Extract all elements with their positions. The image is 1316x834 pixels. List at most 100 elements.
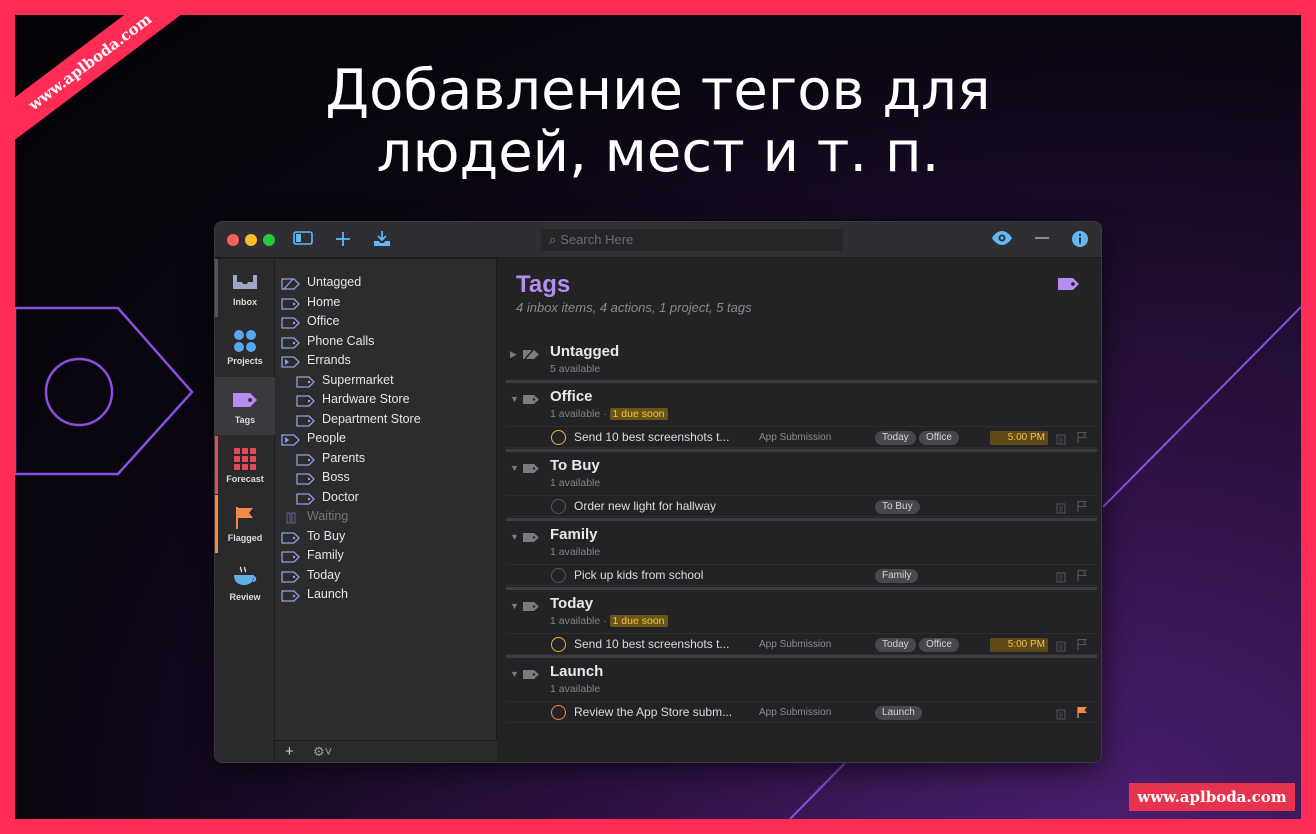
tag-list-item[interactable]: Family bbox=[281, 546, 344, 565]
disclosure-open-icon[interactable]: ▼ bbox=[510, 532, 519, 542]
tag-label: Launch bbox=[307, 587, 349, 601]
disclosure-open-icon[interactable]: ▼ bbox=[510, 463, 519, 473]
task-checkbox[interactable] bbox=[551, 568, 566, 583]
disclosure-open-icon[interactable]: ▼ bbox=[510, 601, 519, 611]
flag-icon[interactable] bbox=[1076, 500, 1088, 518]
tag-group-name: Office bbox=[550, 388, 593, 405]
sidebar-item-inbox[interactable]: Inbox bbox=[215, 259, 275, 317]
task-checkbox[interactable] bbox=[551, 499, 566, 514]
sidebar-item-projects[interactable]: Projects bbox=[215, 318, 275, 376]
tag-list-pane: Untagged Home Office Phone Calls Errands Supe… bbox=[275, 259, 497, 762]
tag-list-item[interactable]: Errands bbox=[281, 351, 351, 370]
available-count: 1 available bbox=[550, 477, 601, 489]
note-icon[interactable] bbox=[1056, 432, 1066, 450]
task-tag-pill[interactable]: Office bbox=[919, 431, 959, 445]
sidebar-toggle-icon[interactable] bbox=[293, 230, 313, 250]
task-tag-pill[interactable]: Launch bbox=[875, 706, 922, 720]
tag-list-item[interactable]: Hardware Store bbox=[296, 390, 410, 409]
flag-icon[interactable] bbox=[1076, 638, 1088, 656]
tag-list-item[interactable]: Home bbox=[281, 293, 340, 312]
tag-icon bbox=[296, 472, 316, 485]
zoom-window-button[interactable] bbox=[263, 234, 275, 246]
task-tag-pill[interactable]: To Buy bbox=[875, 500, 920, 514]
tag-icon bbox=[296, 492, 316, 505]
tag-list-item[interactable]: Launch bbox=[281, 585, 348, 604]
tag-group: ▼ Office 1 available · 1 due soon Send 10 b… bbox=[506, 388, 1097, 450]
task-tag-pill[interactable]: Family bbox=[875, 569, 919, 583]
task-row[interactable]: Send 10 best screenshots t... App Submiss… bbox=[506, 426, 1097, 448]
task-row[interactable]: Order new light for hallway To Buy bbox=[506, 495, 1097, 517]
task-checkbox[interactable] bbox=[551, 430, 566, 445]
tag-icon bbox=[522, 392, 540, 410]
disclosure-closed-icon[interactable]: ▶ bbox=[510, 349, 517, 360]
inbox-download-icon[interactable] bbox=[372, 230, 392, 252]
tag-icon bbox=[1057, 277, 1081, 296]
sidebar-item-forecast[interactable]: Forecast bbox=[215, 436, 275, 494]
inspector-info-icon[interactable] bbox=[1071, 230, 1089, 252]
tag-icon bbox=[281, 297, 301, 310]
task-name[interactable]: Send 10 best screenshots t... bbox=[574, 430, 729, 444]
task-name[interactable]: Order new light for hallway bbox=[574, 499, 716, 513]
tag-label: Phone Calls bbox=[307, 333, 375, 348]
tag-group-meta: 5 available bbox=[550, 363, 600, 375]
tag-list-item[interactable]: Untagged bbox=[281, 273, 361, 292]
sidebar-item-flagged[interactable]: Flagged bbox=[215, 495, 275, 553]
tag-icon bbox=[296, 375, 316, 388]
tag-list-item[interactable]: People bbox=[281, 429, 346, 448]
task-row[interactable]: Send 10 best screenshots t... App Submiss… bbox=[506, 633, 1097, 655]
view-eye-icon[interactable] bbox=[991, 230, 1013, 250]
task-tag-pill[interactable]: Office bbox=[919, 638, 959, 652]
tag-list-item[interactable]: Doctor bbox=[296, 488, 359, 507]
task-name[interactable]: Review the App Store subm... bbox=[574, 705, 732, 719]
tag-label: Department Store bbox=[322, 411, 421, 426]
task-tag-pill[interactable]: Today bbox=[875, 431, 916, 445]
disclosure-open-icon[interactable]: ▼ bbox=[510, 669, 519, 679]
task-name[interactable]: Pick up kids from school bbox=[574, 568, 703, 582]
sidebar-item-review[interactable]: Review bbox=[215, 554, 275, 612]
add-tag-icon[interactable]: + bbox=[285, 741, 294, 762]
task-row[interactable]: Review the App Store subm... App Submissi… bbox=[506, 701, 1097, 723]
promo-headline: Добавление тегов для людей, мест и т. п. bbox=[15, 60, 1301, 184]
tag-label: People bbox=[307, 431, 346, 445]
tag-group-icon bbox=[281, 433, 301, 446]
sidebar-label: Inbox bbox=[233, 297, 257, 307]
task-checkbox[interactable] bbox=[551, 705, 566, 720]
gear-icon[interactable]: ⚙︎˅ bbox=[313, 741, 332, 762]
tag-list-item[interactable]: Waiting bbox=[281, 507, 348, 526]
title-bar: ⌕ Search Here bbox=[215, 222, 1101, 258]
due-soon-badge: 1 due soon bbox=[609, 615, 668, 627]
tag-list-item[interactable]: Boss bbox=[296, 468, 350, 487]
tag-group-name: Today bbox=[550, 595, 594, 612]
add-icon[interactable] bbox=[334, 230, 352, 252]
task-name[interactable]: Send 10 best screenshots t... bbox=[574, 637, 729, 651]
note-icon[interactable] bbox=[1056, 501, 1066, 519]
flag-icon[interactable] bbox=[1076, 431, 1088, 449]
search-field[interactable]: ⌕ Search Here bbox=[541, 229, 843, 251]
flag-icon[interactable] bbox=[1076, 706, 1088, 724]
available-count: 1 available · bbox=[550, 615, 610, 627]
sidebar-item-tags[interactable]: Tags bbox=[215, 377, 275, 435]
tag-list-item[interactable]: Parents bbox=[296, 449, 365, 468]
tag-list-item[interactable]: Office bbox=[281, 312, 339, 331]
tag-list-item[interactable]: Phone Calls bbox=[281, 332, 374, 351]
note-icon[interactable] bbox=[1056, 570, 1066, 588]
untagged-tag-icon bbox=[281, 277, 301, 290]
tag-list-item[interactable]: Today bbox=[281, 566, 340, 585]
task-checkbox[interactable] bbox=[551, 637, 566, 652]
tag-list-item[interactable]: To Buy bbox=[281, 527, 345, 546]
diagonal-line-right bbox=[1102, 306, 1301, 508]
omnifocus-window: ⌕ Search Here Inbox Projects Tags Foreca… bbox=[214, 221, 1102, 763]
flag-icon[interactable] bbox=[1076, 569, 1088, 587]
tag-label: To Buy bbox=[307, 528, 346, 543]
headline-line-2: людей, мест и т. п. bbox=[376, 120, 940, 185]
close-window-button[interactable] bbox=[227, 234, 239, 246]
note-icon[interactable] bbox=[1056, 707, 1066, 725]
task-row[interactable]: Pick up kids from school Family bbox=[506, 564, 1097, 586]
minimize-window-button[interactable] bbox=[245, 234, 257, 246]
focus-icon[interactable] bbox=[1032, 230, 1052, 250]
disclosure-open-icon[interactable]: ▼ bbox=[510, 394, 519, 404]
tag-list-item[interactable]: Department Store bbox=[296, 410, 421, 429]
tag-icon bbox=[522, 530, 540, 548]
tag-list-item[interactable]: Supermarket bbox=[296, 371, 394, 390]
task-tag-pill[interactable]: Today bbox=[875, 638, 916, 652]
